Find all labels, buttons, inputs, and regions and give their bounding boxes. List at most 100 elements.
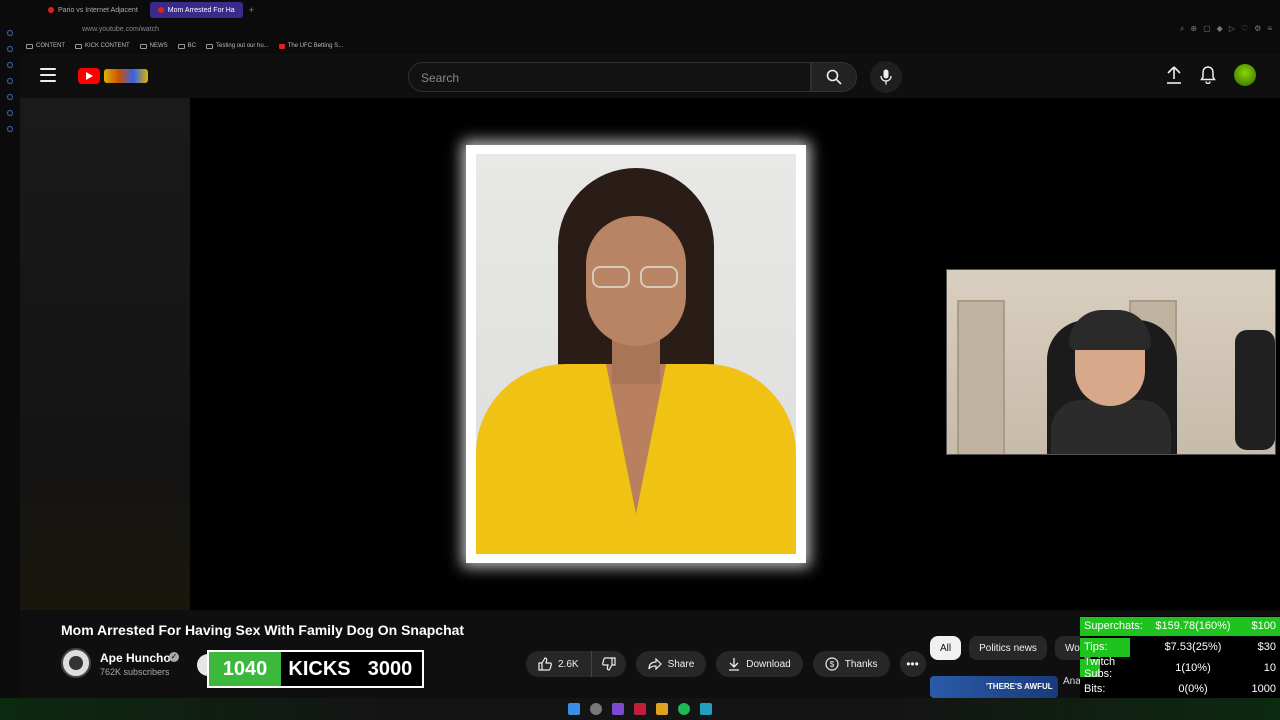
goal-label: Tips: [1084, 641, 1108, 654]
youtube-logo[interactable] [78, 67, 150, 85]
svg-text:$: $ [830, 660, 835, 669]
bookmark-bc[interactable]: BC [177, 43, 197, 49]
tab-pario[interactable]: Pario vs Internet Adjacent [40, 2, 146, 18]
shield-icon[interactable]: ◆ [1217, 24, 1223, 34]
youtube-favicon-icon [278, 43, 285, 49]
goal-row: Superchats: $159.78(160%) $100 [1080, 616, 1280, 637]
kicks-label: KICKS [288, 657, 351, 680]
sidebar-app-icon[interactable] [7, 30, 13, 36]
screenshot-icon[interactable]: ▢ [1203, 24, 1211, 34]
zoom-icon[interactable]: ⌕ [1180, 24, 1184, 34]
upload-icon[interactable] [1166, 66, 1182, 84]
bookmark-label: BC [187, 43, 197, 49]
microphone-icon [880, 69, 892, 85]
new-tab-button[interactable]: + [249, 5, 254, 15]
youtube-header: Search [20, 54, 1280, 98]
address-bar: www.youtube.com/watch ⌕ ⊕ ▢ ◆ ▷ ♡ ⚙ ≡ [0, 20, 1280, 38]
chip-all[interactable]: All [930, 636, 962, 660]
youtube-play-icon [78, 68, 100, 84]
mugshot-photo [476, 154, 796, 554]
recommended-thumbnail[interactable]: 'THERE'S AWFUL [930, 676, 1058, 698]
search-button[interactable] [811, 62, 857, 92]
menu-icon[interactable]: ≡ [1267, 24, 1272, 34]
start-icon[interactable] [568, 703, 580, 715]
browser-icon[interactable] [700, 703, 712, 715]
goal-label: Superchats: [1084, 620, 1143, 633]
thumbs-down-icon [601, 657, 616, 671]
mugshot-glasses [592, 266, 680, 288]
app-icon[interactable] [634, 703, 646, 715]
goal-target: 10 [1263, 661, 1276, 674]
thanks-button[interactable]: $ Thanks [812, 651, 890, 677]
play-icon[interactable]: ▷ [1229, 24, 1235, 34]
settings-icon[interactable]: ⚙ [1254, 24, 1261, 34]
goal-label: Twitch Subs: [1084, 656, 1116, 680]
subscriber-count: 762K subscribers [100, 667, 170, 677]
share-button[interactable]: Share [635, 651, 707, 677]
chip-politics-news[interactable]: Politics news [969, 636, 1047, 660]
more-actions-icon[interactable]: ••• [899, 651, 926, 677]
voice-search-button[interactable] [870, 61, 902, 93]
spotify-icon[interactable] [678, 703, 690, 715]
sidebar-app-icon[interactable] [7, 62, 13, 68]
share-label: Share [667, 658, 695, 670]
folder-icon[interactable] [656, 703, 668, 715]
url-field[interactable]: www.youtube.com/watch [82, 26, 159, 33]
bookmark-label: NEWS [149, 43, 168, 49]
ambient-gutter [20, 98, 190, 610]
recommendation-chips: All Politics news Wo [930, 636, 1090, 660]
screen: Pario vs Internet Adjacent Mom Arrested … [0, 0, 1280, 720]
logo-doodle [104, 69, 148, 83]
search-icon [826, 69, 842, 85]
bookmark-kick-content[interactable]: KICK CONTENT [75, 43, 130, 49]
bookmark-icon[interactable]: ♡ [1241, 24, 1248, 34]
download-button[interactable]: Download [716, 651, 803, 677]
folder-icon [206, 43, 214, 49]
goal-row: Bits: 0(0%) 1000 [1080, 678, 1280, 699]
goal-value: 1(10%) [1175, 661, 1211, 674]
share-icon [647, 658, 662, 670]
bell-icon[interactable] [1200, 66, 1216, 84]
account-avatar[interactable] [1234, 64, 1256, 86]
webcam-coats [1235, 330, 1275, 450]
tab-label: Mom Arrested For Ha [167, 6, 235, 14]
like-button[interactable]: 2.6K [526, 651, 592, 677]
recommended-title[interactable]: Ana [1063, 676, 1081, 687]
browser-tab-bar: Pario vs Internet Adjacent Mom Arrested … [0, 0, 1280, 20]
verified-icon: ✓ [169, 652, 179, 662]
bookmark-content[interactable]: CONTENT [26, 43, 65, 49]
goal-value: $7.53(25%) [1164, 641, 1222, 654]
channel-avatar[interactable] [61, 648, 91, 678]
kicks-current: 1040 [209, 652, 281, 686]
like-dislike-group: 2.6K [526, 651, 626, 677]
goal-label: Bits: [1084, 682, 1106, 695]
bookmark-label: CONTENT [36, 43, 65, 49]
hamburger-menu-icon[interactable] [40, 68, 56, 82]
thumbs-up-icon [538, 657, 552, 671]
sidebar-app-icon[interactable] [7, 126, 13, 132]
tab-mom-arrested[interactable]: Mom Arrested For Ha [149, 2, 243, 18]
goal-target: 1000 [1251, 682, 1276, 695]
discord-icon[interactable] [612, 703, 624, 715]
goal-target: $100 [1251, 620, 1276, 633]
bookmark-news[interactable]: NEWS [139, 43, 168, 49]
channel-name[interactable]: Ape Huncho [100, 651, 171, 665]
sidebar-app-icon[interactable] [7, 46, 13, 52]
mugshot-image [466, 145, 806, 563]
bookmark-ufc-betting[interactable]: The UFC Betting S... [278, 43, 344, 49]
bookmark-label: The UFC Betting S... [287, 43, 344, 49]
folder-icon [75, 43, 82, 49]
search-input[interactable]: Search [408, 62, 811, 92]
search-icon[interactable] [590, 703, 602, 715]
pin-icon[interactable]: ⊕ [1190, 24, 1197, 34]
sidebar-app-icon[interactable] [7, 78, 13, 84]
bookmark-testing[interactable]: Testing out our hu... [206, 43, 269, 49]
webcam-body [1051, 400, 1171, 454]
sidebar-app-icon[interactable] [7, 94, 13, 100]
download-label: Download [746, 658, 791, 670]
sidebar-app-icon[interactable] [7, 110, 13, 116]
browser-sidebar [0, 20, 20, 710]
bookmark-label: Testing out our hu... [216, 43, 269, 49]
dislike-button[interactable] [591, 651, 626, 677]
streamer-webcam [946, 269, 1276, 455]
